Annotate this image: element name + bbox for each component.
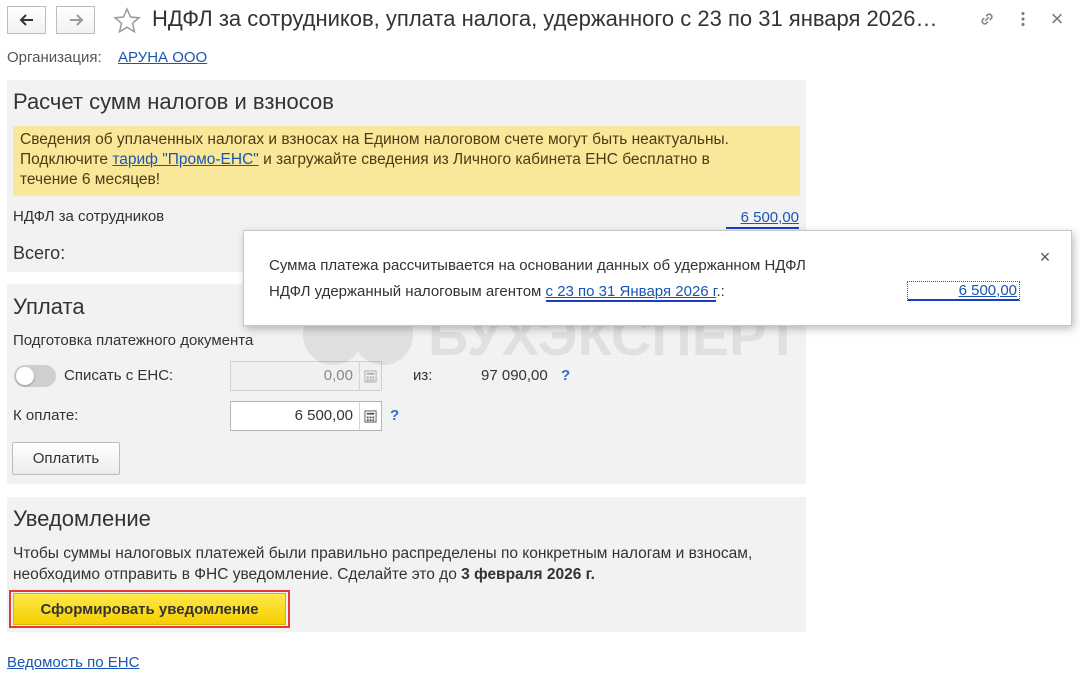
create-notice-button[interactable]: Сформировать уведомление (13, 593, 286, 625)
period-link[interactable]: с 23 по 31 Января 2026 г (545, 283, 717, 302)
ens-notice: Сведения об уплаченных налогах и взносах… (13, 126, 800, 196)
popup-line2-prefix: НДФЛ удержанный налоговым агентом (269, 283, 546, 300)
link-icon[interactable] (976, 8, 998, 30)
arrow-left-icon (19, 14, 33, 26)
ens-notice-text: Подключите (20, 151, 113, 168)
close-window-icon[interactable]: × (1046, 6, 1068, 31)
arrow-right-icon (69, 14, 83, 26)
total-label: Всего: (13, 243, 66, 263)
notice-text-body: Чтобы суммы налоговых платежей были прав… (13, 545, 753, 583)
calc-popup: Сумма платежа рассчитывается на основани… (243, 230, 1072, 326)
ens-notice-line1: Сведения об уплаченных налогах и взносах… (20, 131, 729, 148)
calculator-icon[interactable] (359, 362, 381, 390)
favorite-star-icon[interactable] (112, 6, 142, 36)
from-label: из: (413, 367, 433, 384)
to-pay-value: 6 500,00 (294, 407, 353, 424)
promo-tariff-link[interactable]: тариф "Промо-ЕНС" (112, 151, 258, 168)
payment-subtitle: Подготовка платежного документа (13, 332, 254, 349)
payment-section-title: Уплата (13, 294, 85, 319)
ens-notice-line3: течение 6 месяцев! (20, 171, 161, 188)
popup-line2: НДФЛ удержанный налоговым агентом с 23 п… (269, 283, 725, 302)
ens-statement-link[interactable]: Ведомость по ЕНС (7, 654, 139, 671)
help-icon[interactable]: ? (390, 407, 399, 424)
notice-section-title: Уведомление (13, 506, 151, 531)
writeoff-label: Списать с ЕНС: (64, 367, 174, 384)
calc-section-title: Расчет сумм налогов и взносов (13, 89, 334, 114)
ndfl-label: НДФЛ за сотрудников (13, 208, 165, 225)
popup-line1: Сумма платежа рассчитывается на основани… (269, 257, 806, 274)
writeoff-input[interactable]: 0,00 (230, 361, 382, 391)
notice-deadline: 3 февраля 2026 г. (461, 566, 595, 583)
ens-notice-line2: Подключите тариф "Промо-ЕНС" и загружайт… (20, 150, 793, 170)
writeoff-value: 0,00 (323, 367, 353, 384)
popup-line2-suffix: .: (716, 283, 725, 300)
organization-label: Организация: (7, 49, 102, 66)
organization-link[interactable]: АРУНА ООО (118, 49, 207, 66)
page-title: НДФЛ за сотрудников, уплата налога, удер… (152, 6, 938, 31)
to-pay-input[interactable]: 6 500,00 (230, 401, 382, 431)
calculator-icon[interactable] (359, 402, 381, 430)
to-pay-label: К оплате: (13, 407, 79, 424)
ens-notice-text-after: и загружайте сведения из Личного кабинет… (258, 151, 710, 168)
help-icon[interactable]: ? (561, 367, 570, 384)
forward-button[interactable] (56, 6, 95, 34)
from-value: 97 090,00 (481, 367, 548, 384)
popup-amount-link[interactable]: 6 500,00 (907, 281, 1020, 301)
writeoff-toggle[interactable] (14, 365, 56, 387)
notice-text: Чтобы суммы налоговых платежей были прав… (13, 543, 773, 585)
ndfl-amount-link[interactable]: 6 500,00 (726, 209, 799, 229)
more-menu-icon[interactable] (1012, 8, 1034, 30)
back-button[interactable] (7, 6, 46, 34)
pay-button[interactable]: Оплатить (12, 442, 120, 475)
close-icon[interactable]: × (1036, 247, 1054, 267)
